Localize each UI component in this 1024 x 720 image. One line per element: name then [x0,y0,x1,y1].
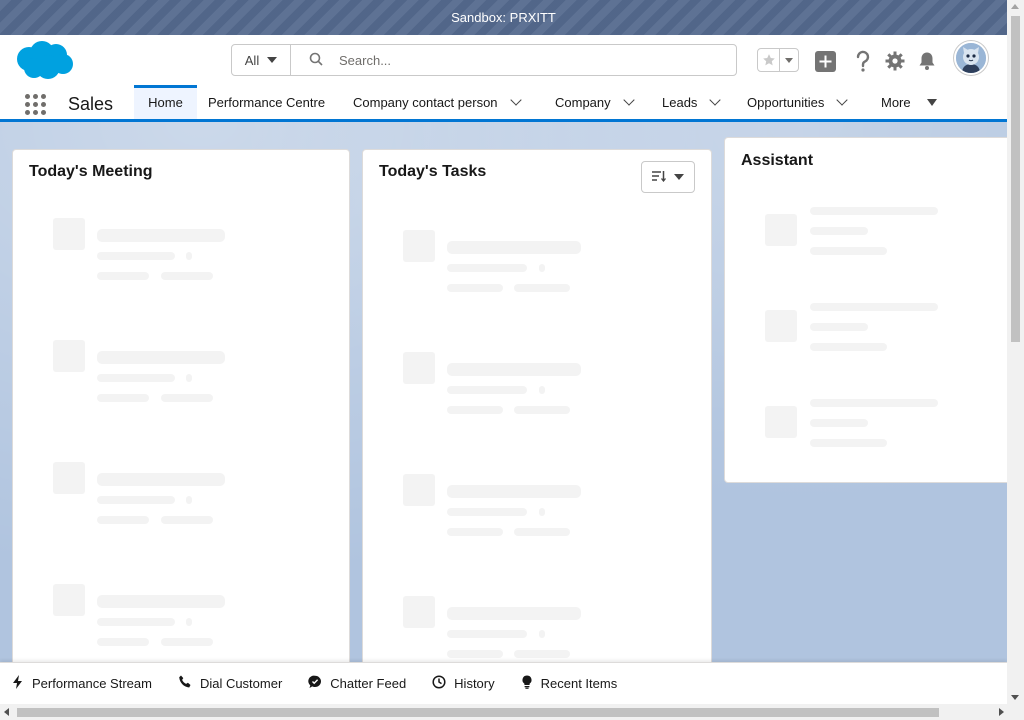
nav-more-menu[interactable]: More [881,85,937,119]
nav-tab-label: Performance Centre [208,94,326,110]
home-content-area: Today's Meeting Today's Tasks Assistant [0,122,1007,662]
salesforce-logo-icon[interactable] [15,40,75,80]
scroll-down-icon[interactable] [1011,695,1019,700]
utility-recent-items[interactable]: Recent Items [521,675,618,692]
scroll-right-icon[interactable] [999,708,1004,716]
global-search: All [231,44,737,76]
caret-down-icon [267,57,278,63]
scroll-left-icon[interactable] [4,708,9,716]
caret-down-icon [926,98,937,106]
horizontal-scroll-thumb[interactable] [17,708,939,717]
nav-tab-label: Company [555,94,611,110]
utility-chatter-feed[interactable]: Chatter Feed [308,675,406,692]
nav-tab-performance-centre[interactable]: Performance Centre [208,85,325,119]
horizontal-scrollbar[interactable] [0,704,1024,720]
lightning-icon [12,675,24,692]
nav-tab-company-contact-person[interactable]: Company contact person [353,85,522,119]
utility-label: Recent Items [540,676,618,691]
chevron-down-icon[interactable] [622,94,635,106]
nav-tab-company[interactable]: Company [555,85,635,119]
utility-dial-customer[interactable]: Dial Customer [178,675,282,692]
chatter-icon [308,675,322,692]
utility-label: History [454,676,495,691]
global-header: All [0,35,1007,85]
search-icon [309,52,323,69]
vertical-scrollbar[interactable] [1007,0,1024,704]
sandbox-banner: Sandbox: PRXITT [0,0,1007,35]
caret-down-icon [674,174,684,180]
task-sort-button[interactable] [641,161,695,193]
nav-tab-label: Company contact person [353,94,498,110]
utility-history[interactable]: History [432,675,495,692]
card-title: Today's Tasks [379,163,487,180]
assistant-card: Assistant [724,137,1007,483]
nav-tab-label: Opportunities [747,94,825,110]
utility-label: Chatter Feed [330,676,407,691]
chevron-down-icon[interactable] [836,94,848,106]
search-scope-label: All [244,52,260,68]
utility-label: Performance Stream [32,676,152,691]
app-name: Sales [68,94,114,114]
favorites-dropdown-icon[interactable] [780,49,798,71]
todays-meeting-card: Today's Meeting [12,149,350,662]
add-icon[interactable] [814,50,836,72]
nav-tab-label: More [881,94,911,110]
app-launcher-icon[interactable] [25,94,46,115]
card-title: Assistant [741,152,814,169]
utility-performance-stream[interactable]: Performance Stream [12,675,152,692]
lightbulb-icon [521,675,533,692]
todays-tasks-card: Today's Tasks [362,149,712,662]
user-avatar[interactable] [954,41,988,75]
nav-tab-home[interactable]: Home [134,85,197,119]
nav-tab-opportunities[interactable]: Opportunities [747,85,848,119]
favorite-star-icon[interactable] [758,49,780,71]
search-scope-dropdown[interactable]: All [232,45,291,75]
card-title: Today's Meeting [29,163,153,180]
chevron-down-icon[interactable] [709,94,722,106]
setup-gear-icon[interactable] [884,50,906,72]
clock-icon [432,675,446,692]
navigation-bar: Sales Home Performance Centre Company co… [0,85,1007,122]
nav-tab-leads[interactable]: Leads [662,85,722,119]
vertical-scroll-thumb[interactable] [1011,16,1020,342]
search-field [291,45,736,75]
chevron-down-icon[interactable] [509,94,522,106]
help-icon[interactable] [852,50,874,72]
notification-bell-icon[interactable] [916,50,938,72]
phone-icon [178,675,192,692]
search-input[interactable] [339,52,719,68]
nav-tab-label: Home [148,94,183,110]
sort-icon [652,170,667,185]
sandbox-banner-text: Sandbox: PRXITT [451,10,556,25]
nav-tab-label: Leads [662,94,698,110]
favorites-button-group [757,48,799,72]
scroll-up-icon[interactable] [1011,4,1019,9]
utility-label: Dial Customer [199,676,283,691]
utility-bar: Performance Stream Dial Customer Chatter… [0,662,1007,704]
